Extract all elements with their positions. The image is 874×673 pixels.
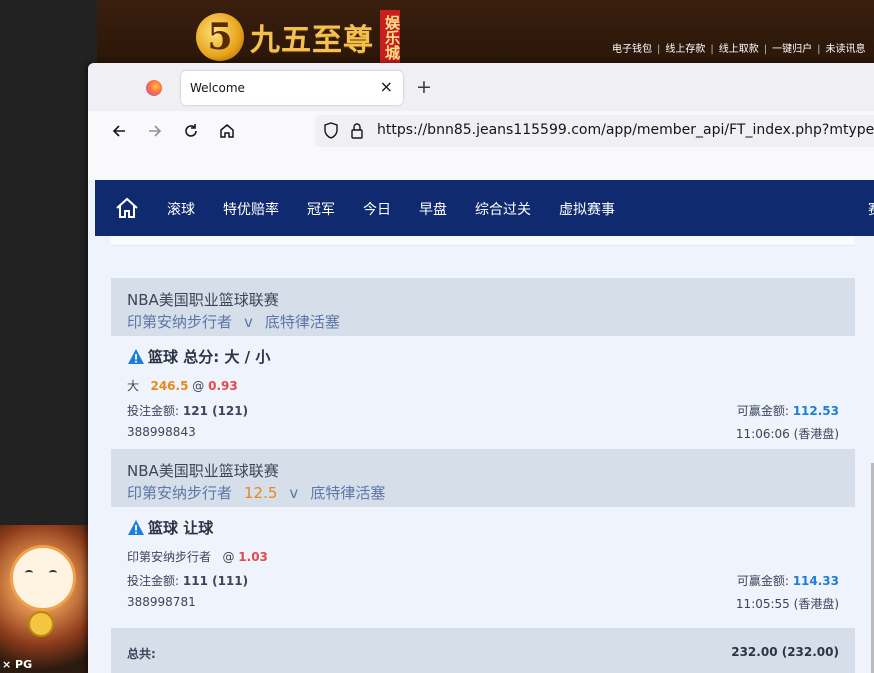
nav-virtual[interactable]: 虚拟赛事	[559, 199, 615, 219]
ticket-id: 388998781	[127, 595, 196, 609]
panel-top-strip	[111, 236, 855, 246]
bet-odds: 1.03	[238, 550, 268, 564]
bet-title: 篮球 让球	[127, 517, 213, 538]
nav-overflow[interactable]: 赛	[868, 199, 874, 219]
browser-window: Welcome × + https://bnn85.jeans115599.co…	[88, 63, 874, 673]
total-label: 总共:	[127, 647, 156, 661]
logo-tag: 娱乐城	[380, 10, 401, 64]
header-link-withdraw[interactable]: 线上取款	[719, 44, 759, 55]
page-top-area	[88, 153, 874, 180]
bet-2-detail: 篮球 让球 印第安纳步行者 @ 1.03 投注金额: 111 (111) 可赢金…	[111, 507, 855, 628]
background-header-links: 电子钱包 | 线上存款 | 线上取款 | 一键归户 | 未读讯息	[612, 44, 866, 55]
match-teams: 印第安纳步行者 v 底特律活塞	[127, 313, 340, 331]
ticket-id: 388998843	[127, 425, 196, 439]
header-link-deposit[interactable]: 线上存款	[665, 44, 705, 55]
bet-1-detail: 篮球 总分: 大 / 小 大 246.5 @ 0.93 投注金额: 121 (1…	[111, 336, 855, 449]
url-text: https://bnn85.jeans115599.com/app/member…	[377, 122, 874, 138]
tab-close-icon[interactable]: ×	[380, 77, 393, 96]
header-link-messages[interactable]: 未读讯息	[826, 44, 866, 55]
bet-total-row: 总共: 232.00 (232.00)	[111, 628, 855, 673]
nav-today[interactable]: 今日	[363, 199, 391, 219]
bet-title: 篮球 总分: 大 / 小	[127, 346, 270, 367]
nav-outright[interactable]: 冠军	[307, 199, 335, 219]
header-link-transfer[interactable]: 一键归户	[772, 44, 812, 55]
logo-mark: 5	[196, 13, 244, 61]
league-name: NBA美国职业篮球联赛	[127, 291, 279, 309]
bell-image	[28, 611, 54, 637]
potential-win: 可赢金额: 112.53	[736, 404, 839, 418]
firefox-icon[interactable]	[146, 80, 162, 96]
page-content: 滚球 特优赔率 冠军 今日 早盘 综合过关 虚拟赛事 赛 NBA美国职业篮球联赛…	[88, 153, 874, 673]
potential-win: 可赢金额: 114.33	[736, 574, 839, 588]
header-link-wallet[interactable]: 电子钱包	[612, 44, 652, 55]
match-teams: 印第安纳步行者 12.5 v 底特律活塞	[127, 484, 386, 502]
stake: 投注金额: 111 (111)	[127, 574, 249, 588]
warning-icon	[128, 519, 144, 535]
shield-icon[interactable]	[323, 122, 339, 144]
nav-parlay[interactable]: 综合过关	[475, 199, 531, 219]
background-promo-banner[interactable]: × PG	[0, 525, 90, 673]
background-site-logo[interactable]: 5 九五至尊 娱乐城	[196, 10, 401, 64]
bet-odds: 0.93	[208, 379, 238, 393]
nav-special-odds[interactable]: 特优赔率	[223, 199, 279, 219]
nav-early[interactable]: 早盘	[419, 199, 447, 219]
site-navigation: 滚球 特优赔率 冠军 今日 早盘 综合过关 虚拟赛事 赛	[95, 180, 874, 236]
bet-time: 11:06:06 (香港盘)	[735, 427, 839, 441]
bet-2-league-header: NBA美国职业篮球联赛 印第安纳步行者 12.5 v 底特律活塞	[111, 449, 855, 507]
tab-welcome[interactable]: Welcome ×	[181, 71, 403, 105]
stake: 投注金额: 121 (121)	[127, 404, 249, 418]
warning-icon	[128, 348, 144, 364]
back-arrow-icon[interactable]	[109, 121, 129, 141]
bet-selection: 大 246.5 @ 0.93	[127, 379, 238, 393]
forward-arrow-icon[interactable]	[145, 121, 165, 141]
lucky-cat-image	[10, 545, 76, 611]
new-tab-button[interactable]: +	[416, 77, 432, 97]
bet-selection: 印第安纳步行者 @ 1.03	[127, 550, 268, 564]
address-bar[interactable]: https://bnn85.jeans115599.com/app/member…	[315, 115, 874, 147]
bet-line: 246.5	[150, 379, 189, 393]
total-value: 232.00 (232.00)	[731, 645, 839, 659]
lock-icon[interactable]	[350, 122, 364, 144]
bet-1-league-header: NBA美国职业篮球联赛 印第安纳步行者 v 底特律活塞	[111, 278, 855, 336]
logo-text: 九五至尊	[250, 23, 374, 58]
site-home-icon[interactable]	[115, 197, 139, 223]
bet-time: 11:05:55 (香港盘)	[735, 597, 839, 611]
tab-strip: Welcome × +	[88, 63, 874, 111]
nav-live[interactable]: 滚球	[167, 199, 195, 219]
tab-title: Welcome	[190, 81, 245, 95]
home-icon[interactable]	[217, 121, 237, 141]
navigation-toolbar: https://bnn85.jeans115599.com/app/member…	[88, 111, 874, 153]
promo-brand: × PG	[2, 658, 33, 671]
reload-icon[interactable]	[181, 121, 201, 141]
league-name: NBA美国职业篮球联赛	[127, 462, 279, 480]
